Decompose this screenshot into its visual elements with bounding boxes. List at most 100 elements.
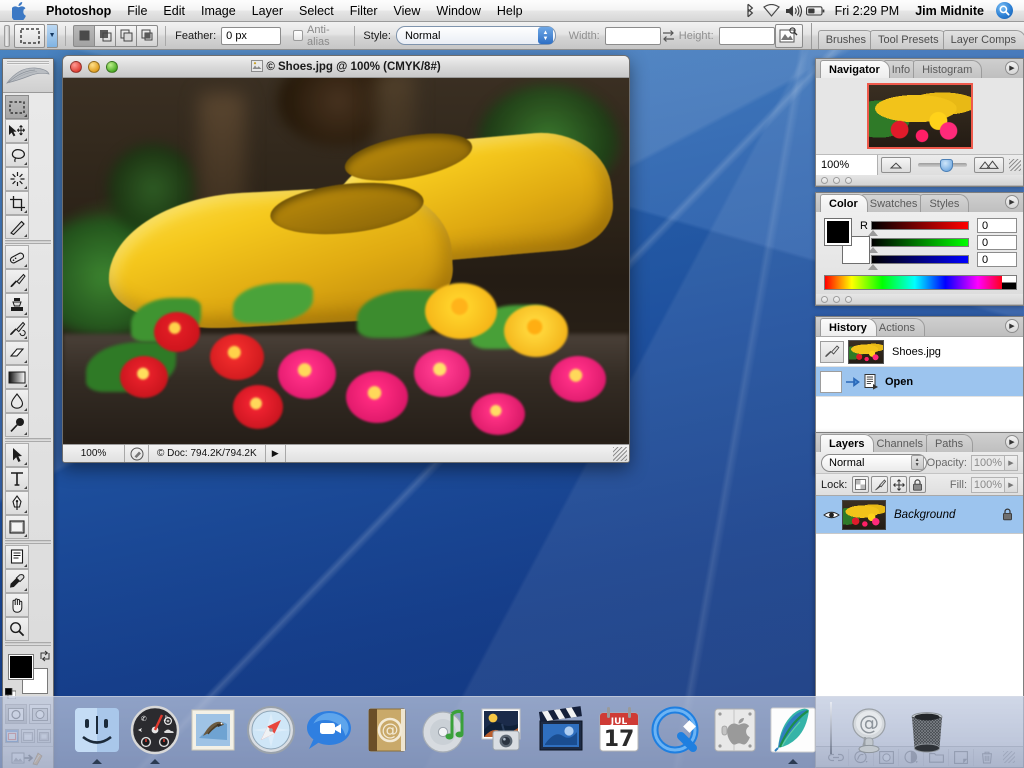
dock-item-safari[interactable] — [242, 698, 300, 764]
document-canvas[interactable] — [63, 78, 629, 444]
palette-menu-icon[interactable]: ▶ — [1005, 435, 1019, 449]
lock-all-icon[interactable] — [909, 476, 926, 493]
zoom-out-icon[interactable] — [881, 157, 911, 173]
pen-tool[interactable] — [5, 491, 29, 515]
menu-item-help[interactable]: Help — [489, 2, 531, 20]
clone-stamp-tool[interactable] — [5, 293, 29, 317]
resize-grip-icon[interactable] — [1009, 159, 1021, 171]
palette-well-tab-layer-comps[interactable]: Layer Comps — [943, 30, 1024, 49]
layer-name[interactable]: Background — [894, 509, 955, 521]
navigator-thumbnail[interactable] — [867, 83, 973, 149]
eraser-tool[interactable] — [5, 341, 29, 365]
intersect-selection-icon[interactable] — [136, 25, 158, 47]
anti-alias-checkbox-box[interactable] — [293, 30, 303, 41]
dock-item-ical[interactable]: JUL 17 — [590, 698, 648, 764]
add-to-selection-icon[interactable] — [94, 25, 116, 47]
rectangular-marquee-icon[interactable] — [14, 24, 44, 48]
spotlight-search-icon[interactable] — [996, 2, 1013, 19]
tab-navigator[interactable]: Navigator — [820, 60, 890, 78]
palette-menu-icon[interactable]: ▶ — [1005, 61, 1019, 75]
color-foreground-swatch[interactable] — [824, 218, 852, 246]
notes-tool[interactable] — [5, 545, 29, 569]
tool-preset-chevron-down-icon[interactable]: ▼ — [47, 24, 59, 48]
green-slider-track[interactable] — [871, 238, 969, 247]
history-state-source-box[interactable] — [820, 371, 842, 393]
apple-menu-icon[interactable] — [12, 2, 28, 20]
swap-colors-icon[interactable] — [39, 650, 51, 662]
zoom-button[interactable] — [106, 61, 118, 73]
dock-item-mail[interactable] — [184, 698, 242, 764]
dock-item-finder[interactable] — [68, 698, 126, 764]
resize-grip-icon[interactable] — [613, 447, 627, 461]
document-sizes-icon[interactable] — [125, 445, 149, 462]
menu-item-image[interactable]: Image — [193, 2, 244, 20]
height-input[interactable] — [719, 27, 775, 45]
subtract-from-selection-icon[interactable] — [115, 25, 137, 47]
menu-item-select[interactable]: Select — [291, 2, 342, 20]
minimize-button[interactable] — [88, 61, 100, 73]
white-black-swatch[interactable] — [1002, 276, 1016, 289]
menu-item-file[interactable]: File — [119, 2, 155, 20]
eyedropper-tool[interactable] — [5, 569, 29, 593]
fill-input[interactable]: 100% — [971, 477, 1005, 493]
zoom-tool[interactable] — [5, 617, 29, 641]
dock-item-trash[interactable] — [898, 698, 956, 764]
tab-histogram[interactable]: Histogram — [913, 60, 982, 78]
tab-actions[interactable]: Actions — [870, 318, 925, 336]
lasso-tool[interactable] — [5, 143, 29, 167]
tab-paths[interactable]: Paths — [926, 434, 973, 452]
dock-item-system-preferences[interactable] — [706, 698, 764, 764]
lock-transparent-pixels-icon[interactable] — [852, 476, 869, 493]
hand-tool[interactable] — [5, 593, 29, 617]
color-spectrum-ramp[interactable] — [824, 275, 1017, 290]
jump-to-imageready-icon[interactable] — [775, 24, 803, 48]
lock-position-icon[interactable] — [890, 476, 907, 493]
navigator-zoom-slider[interactable] — [914, 155, 971, 175]
tab-styles[interactable]: Styles — [920, 194, 969, 212]
status-zoom-field[interactable]: 100% — [63, 445, 125, 462]
dock-item-ichat[interactable] — [300, 698, 358, 764]
toolbox-grip[interactable] — [7, 61, 49, 65]
palette-dot[interactable] — [833, 296, 840, 303]
palette-dot[interactable] — [845, 177, 852, 184]
feather-input[interactable]: 0 px — [221, 27, 281, 45]
dock-item-photoshop[interactable] — [764, 698, 822, 764]
opacity-input[interactable]: 100% — [971, 455, 1005, 471]
eye-visibility-icon[interactable] — [820, 509, 842, 521]
slice-tool[interactable] — [5, 215, 29, 239]
tab-layers[interactable]: Layers — [820, 434, 874, 452]
menu-item-layer[interactable]: Layer — [244, 2, 291, 20]
crop-tool[interactable] — [5, 191, 29, 215]
move-tool[interactable] — [5, 119, 29, 143]
navigator-zoom-input[interactable]: 100% — [816, 155, 878, 175]
bluetooth-icon[interactable] — [740, 2, 760, 20]
shape-tool[interactable] — [5, 515, 29, 539]
rectangular-marquee-tool[interactable] — [5, 95, 29, 119]
palette-well-tab-brushes[interactable]: Brushes — [818, 30, 876, 49]
dock-item-imovie[interactable] — [532, 698, 590, 764]
options-bar-grip[interactable] — [4, 25, 10, 47]
opacity-chevron-right-icon[interactable]: ▶ — [1005, 455, 1018, 471]
volume-icon[interactable] — [784, 2, 804, 20]
path-selection-tool[interactable] — [5, 443, 29, 467]
history-snapshot-row[interactable]: Shoes.jpg — [816, 337, 1023, 367]
airport-icon[interactable] — [762, 2, 782, 20]
fill-chevron-right-icon[interactable]: ▶ — [1005, 477, 1018, 493]
layer-thumbnail[interactable] — [842, 500, 886, 530]
tab-swatches[interactable]: Swatches — [861, 194, 928, 212]
width-input[interactable] — [605, 27, 661, 45]
fast-user-switching-name[interactable]: Jim Midnite — [907, 4, 992, 18]
tab-channels[interactable]: Channels — [867, 434, 932, 452]
history-state-row[interactable]: Open — [816, 367, 1023, 397]
layer-row-background[interactable]: Background — [816, 496, 1023, 534]
palette-menu-icon[interactable]: ▶ — [1005, 319, 1019, 333]
brush-tool[interactable] — [5, 269, 29, 293]
lock-image-pixels-icon[interactable] — [871, 476, 888, 493]
gradient-tool[interactable] — [5, 365, 29, 389]
tab-color[interactable]: Color — [820, 194, 868, 212]
dock-item-dashboard[interactable]: ♪ ✆ — [126, 698, 184, 764]
menu-item-filter[interactable]: Filter — [342, 2, 386, 20]
blend-mode-select[interactable]: Normal ▲▼ — [821, 454, 927, 472]
palette-dot[interactable] — [833, 177, 840, 184]
style-select[interactable]: Normal ▲▼ — [396, 26, 556, 45]
